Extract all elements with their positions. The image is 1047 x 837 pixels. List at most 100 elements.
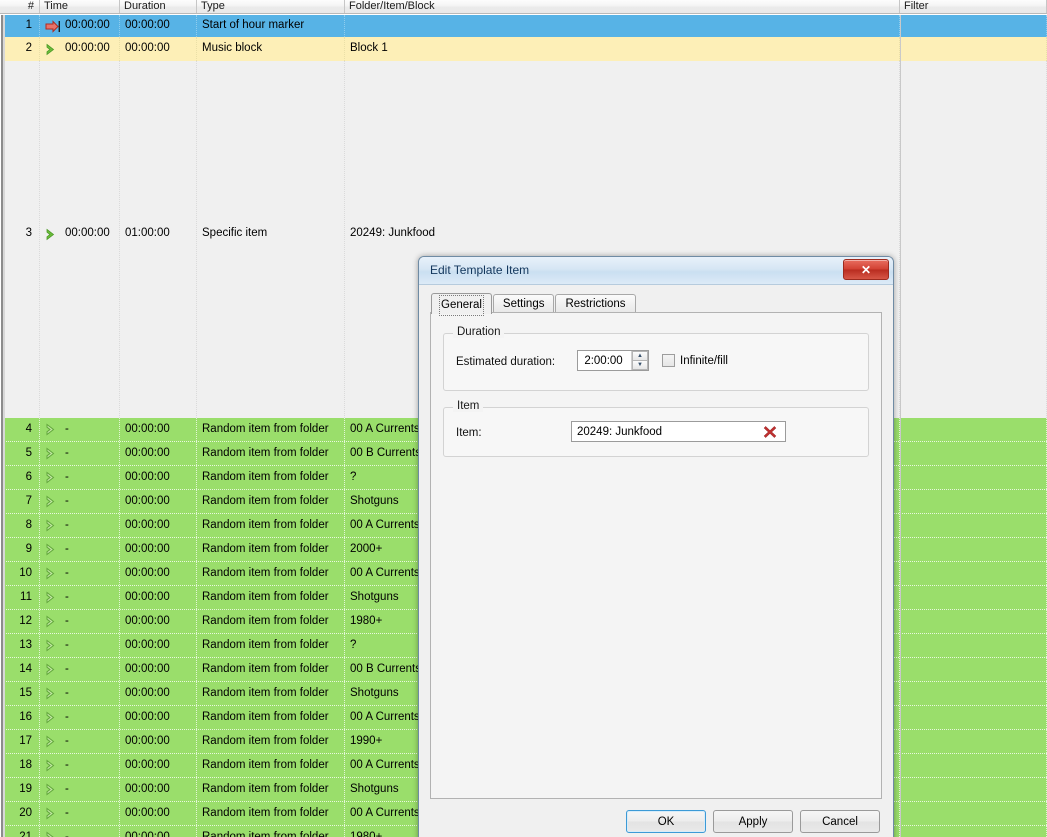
green-arrow-dim-icon: [45, 807, 60, 820]
cell-time: 00:00:00: [40, 61, 120, 418]
cell-dur: 00:00:00: [120, 682, 197, 705]
cell-num: 9: [0, 538, 40, 561]
cell-dur: 00:00:00: [120, 610, 197, 633]
green-arrow-dim-icon: [45, 639, 60, 652]
cell-time-text: 00:00:00: [65, 19, 110, 32]
cancel-button[interactable]: Cancel: [800, 810, 880, 833]
cell-time-text: -: [65, 734, 69, 747]
red-x-clear-icon[interactable]: [763, 425, 777, 439]
cell-filter: [900, 514, 1047, 537]
green-arrow-dim-icon: [45, 687, 60, 700]
cell-num: 3: [0, 61, 40, 418]
tab-settings[interactable]: Settings: [492, 294, 555, 313]
green-arrow-dim-icon: [45, 567, 60, 580]
cell-type: Random item from folder: [197, 490, 345, 513]
cell-num: 17: [0, 730, 40, 753]
cell-dur: 00:00:00: [120, 826, 197, 837]
stepper-up-icon[interactable]: ▲: [632, 351, 648, 360]
grid-header-num[interactable]: #: [0, 0, 40, 13]
cell-time: -: [40, 418, 120, 441]
cell-type: Random item from folder: [197, 514, 345, 537]
cell-time-text: 00:00:00: [65, 42, 110, 55]
dialog-titlebar[interactable]: Edit Template Item ✕: [419, 257, 893, 285]
cell-time: -: [40, 562, 120, 585]
apply-button[interactable]: Apply: [713, 810, 793, 833]
cell-time-text: -: [65, 830, 69, 837]
cell-type: Music block: [197, 37, 345, 61]
cell-time-text: -: [65, 494, 69, 507]
cell-time-text: -: [65, 446, 69, 459]
cell-dur: 00:00:00: [120, 706, 197, 729]
cell-filter: [900, 418, 1047, 441]
cell-dur: 00:00:00: [120, 15, 197, 37]
green-arrow-icon: [45, 228, 60, 241]
cell-time: -: [40, 730, 120, 753]
dialog-button-row[interactable]: OK Apply Cancel: [626, 810, 880, 833]
infinite-fill-checkbox[interactable]: [662, 354, 675, 367]
item-field[interactable]: 20249: Junkfood: [571, 421, 786, 442]
dialog-tabstrip[interactable]: General Settings Restrictions: [431, 293, 637, 316]
cell-dur: 00:00:00: [120, 37, 197, 61]
cell-filter: [900, 37, 1047, 61]
cell-filter: [900, 442, 1047, 465]
estimated-duration-value[interactable]: 2:00:00: [578, 355, 631, 367]
cell-type: Start of hour marker: [197, 15, 345, 37]
grid-header-dur[interactable]: Duration: [120, 0, 197, 13]
cell-type: Random item from folder: [197, 706, 345, 729]
infinite-fill-checkbox-wrap[interactable]: Infinite/fill: [662, 354, 728, 367]
cell-type: Random item from folder: [197, 754, 345, 777]
table-row[interactable]: 2 00:00:00 00:00:00 Music block Block 1: [0, 37, 1047, 61]
cell-filter: [900, 490, 1047, 513]
cell-time-text: -: [65, 662, 69, 675]
tab-label: Settings: [502, 298, 545, 310]
cell-time: 00:00:00: [40, 15, 120, 37]
cell-time-text: 00:00:00: [65, 227, 110, 239]
cell-dur: 00:00:00: [120, 586, 197, 609]
grid-header-row: # Time Duration Type Folder/Item/Block Filter: [0, 0, 1047, 14]
stepper-down-icon[interactable]: ▼: [632, 360, 648, 370]
estimated-duration-stepper[interactable]: 2:00:00 ▲ ▼: [577, 350, 649, 371]
cell-time: 00:00:00: [40, 37, 120, 61]
close-icon[interactable]: ✕: [843, 259, 889, 280]
cell-num: 12: [0, 610, 40, 633]
cell-filter: [900, 802, 1047, 825]
cell-type: Specific item: [197, 61, 345, 418]
tab-general[interactable]: General: [431, 293, 492, 316]
tab-panel-general: Duration Estimated duration: 2:00:00 ▲ ▼…: [430, 312, 882, 799]
cell-filter: [900, 538, 1047, 561]
grid-header-filter[interactable]: Filter: [900, 0, 1047, 13]
cell-num: 13: [0, 634, 40, 657]
edit-template-item-dialog[interactable]: Edit Template Item ✕ General Settings Rest…: [418, 256, 894, 837]
cell-dur: 00:00:00: [120, 778, 197, 801]
cell-num: 20: [0, 802, 40, 825]
duration-groupbox: Duration Estimated duration: 2:00:00 ▲ ▼…: [443, 326, 869, 391]
cell-type: Random item from folder: [197, 610, 345, 633]
ok-button[interactable]: OK: [626, 810, 706, 833]
cell-time-text: -: [65, 566, 69, 579]
cell-time-text: -: [65, 542, 69, 555]
cell-time-text: -: [65, 686, 69, 699]
green-arrow-dim-icon: [45, 831, 60, 837]
cell-time: -: [40, 754, 120, 777]
grid-header-type[interactable]: Type: [197, 0, 345, 13]
cell-filter: [900, 562, 1047, 585]
cell-filter: [900, 682, 1047, 705]
cell-type: Random item from folder: [197, 538, 345, 561]
grid-left-gutter: [0, 15, 5, 837]
grid-header-time[interactable]: Time: [40, 0, 120, 13]
cell-type: Random item from folder: [197, 778, 345, 801]
table-row[interactable]: 1 00:00:00 00:00:00 Start of hour marker: [0, 15, 1047, 37]
cell-time: -: [40, 658, 120, 681]
cell-dur: 00:00:00: [120, 730, 197, 753]
grid-header-folder[interactable]: Folder/Item/Block: [345, 0, 900, 13]
tab-restrictions[interactable]: Restrictions: [555, 294, 636, 313]
cell-type: Random item from folder: [197, 634, 345, 657]
stepper-buttons[interactable]: ▲ ▼: [631, 351, 648, 370]
cell-filter: [900, 634, 1047, 657]
cell-type: Random item from folder: [197, 658, 345, 681]
cell-dur: 00:00:00: [120, 562, 197, 585]
green-arrow-dim-icon: [45, 615, 60, 628]
duration-group-legend: Duration: [453, 326, 505, 338]
cell-time: -: [40, 466, 120, 489]
cell-dur: 00:00:00: [120, 538, 197, 561]
